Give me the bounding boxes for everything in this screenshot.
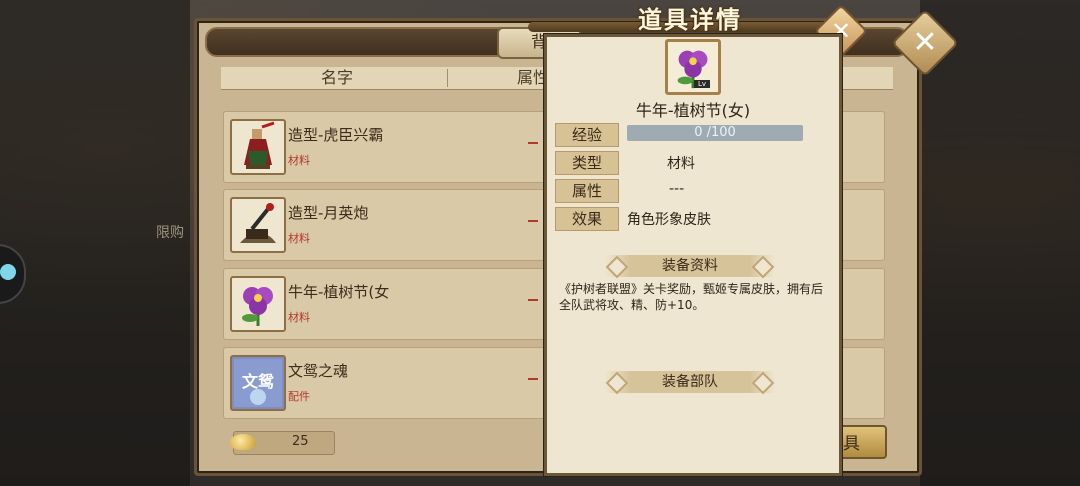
column-divider [447,69,448,87]
background-label: 限购 [156,225,184,241]
attr-label: 属性 [555,179,619,203]
catapult-icon [230,197,286,253]
item-type: 材料 [288,232,310,245]
gold-amount: 25 [292,434,309,449]
detail-title-bar: 道具详情 [520,0,860,34]
item-type: 材料 [288,311,310,324]
red-dash [528,378,538,380]
detail-item-name: 牛年-植树节(女) [635,101,751,120]
level-badge: Lv [694,80,710,88]
purple-flower-icon [230,276,286,332]
assistant-icon [0,264,16,280]
gold-counter: 25 [230,431,335,455]
item-type: 材料 [288,154,310,167]
red-dash [528,299,538,301]
item-detail-panel: Lv 牛年-植树节(女) 经验 0 /100 类型 材料 属性 --- 效果 角… [544,34,842,476]
exp-label: 经验 [555,123,619,147]
left-shade [0,0,190,486]
item-name: 牛年-植树节(女 [288,283,390,301]
gold-ingot-icon [230,434,256,450]
purple-flower-icon: Lv [665,39,721,95]
item-name: 文鸳之魂 [288,362,349,380]
type-value: 材料 [667,156,695,172]
right-shade [920,0,1080,486]
attr-value: --- [669,181,685,197]
close-icon: ✕ [912,25,938,60]
type-label: 类型 [555,151,619,175]
warrior-figure-icon [230,119,286,175]
icon-label: 文鸳 [242,372,274,391]
exp-text: 0 /100 [694,125,736,140]
red-dash [528,142,538,144]
section-equipment-info: 装备资料 [605,255,775,277]
item-name: 造型-月英炮 [288,204,369,222]
effect-label: 效果 [555,207,619,231]
section-equipped-team: 装备部队 [605,371,775,393]
column-name: 名字 [321,68,354,87]
item-description: 《护树者联盟》关卡奖励，甄姬专属皮肤，拥有后全队武将攻、精、防+10。 [559,282,824,312]
detail-title: 道具详情 [638,6,742,34]
exp-progress-bar: 0 /100 [627,125,803,141]
wenyuan-soul-icon: 文鸳 [230,355,286,411]
item-type: 配件 [288,390,310,403]
effect-value: 角色形象皮肤 [627,212,711,228]
red-dash [528,220,538,222]
item-name: 造型-虎臣兴霸 [288,126,384,144]
